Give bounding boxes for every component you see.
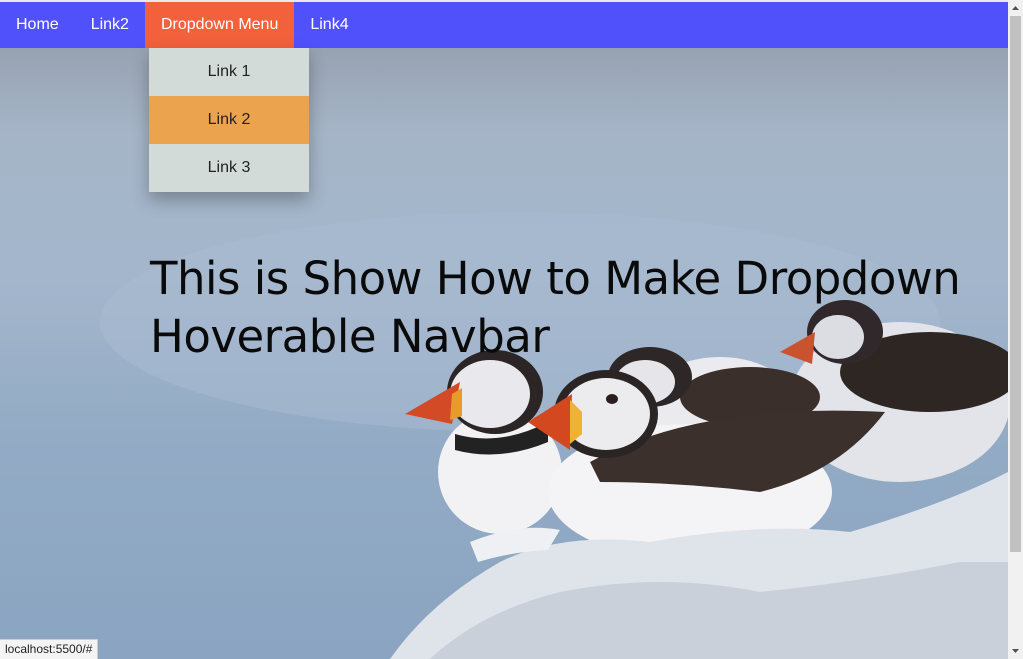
dropdown-item-link-2[interactable]: Link 2 [149, 96, 309, 144]
dropdown-item-link-3[interactable]: Link 3 [149, 144, 309, 192]
page-headline: This is Show How to Make Dropdown Hovera… [150, 252, 961, 363]
scrollbar-thumb[interactable] [1010, 16, 1021, 552]
nav-link-link4[interactable]: Link4 [294, 2, 364, 48]
vertical-scrollbar[interactable] [1008, 0, 1023, 659]
nav-link-home[interactable]: Home [0, 2, 75, 48]
scroll-up-arrow-icon[interactable] [1008, 0, 1023, 16]
nav-link-link2[interactable]: Link2 [75, 2, 145, 48]
dropdown-menu-panel: Link 1 Link 2 Link 3 [149, 48, 309, 192]
navbar: Home Link2 Dropdown Menu Link4 [0, 2, 1008, 48]
nav-dropdown-menu[interactable]: Dropdown Menu [144, 2, 295, 48]
scroll-down-arrow-icon[interactable] [1008, 643, 1023, 659]
dropdown-item-link-1[interactable]: Link 1 [149, 48, 309, 96]
status-bar-url: localhost:5500/# [0, 639, 99, 659]
